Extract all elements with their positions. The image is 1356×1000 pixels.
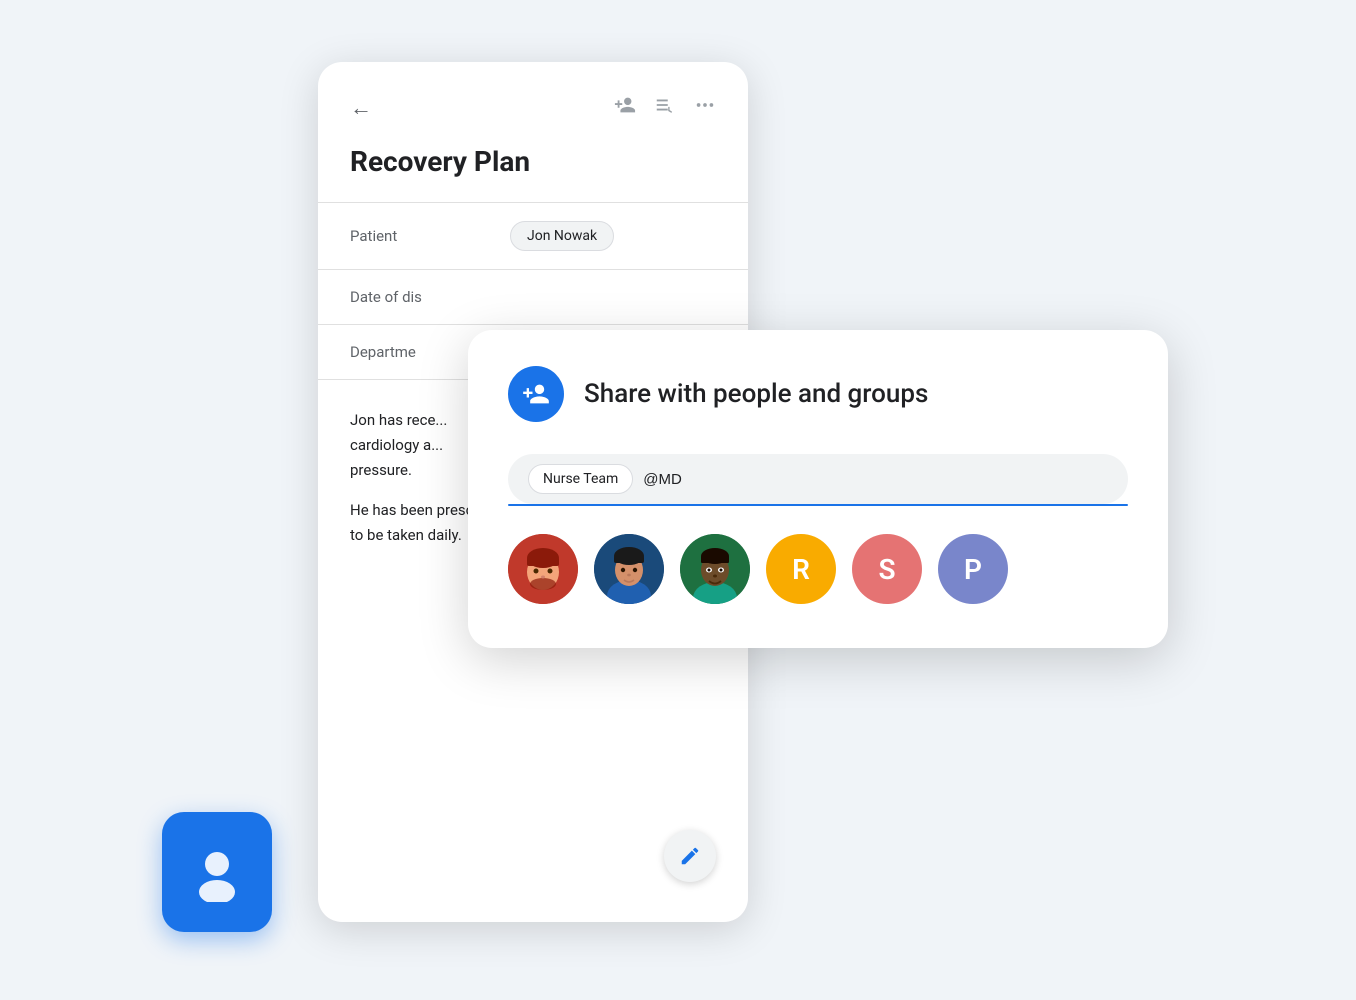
patient-chip: Jon Nowak [510, 221, 614, 251]
avatar-r[interactable]: R [766, 534, 836, 604]
avatar-person-1[interactable] [508, 534, 578, 604]
date-value [478, 270, 748, 325]
share-icon-circle [508, 366, 564, 422]
share-input-row[interactable]: Nurse Team [508, 454, 1128, 504]
person-icon [187, 842, 247, 902]
nurse-team-chip[interactable]: Nurse Team [528, 464, 633, 494]
patient-value: Jon Nowak [478, 203, 748, 270]
avatar-person-2[interactable] [594, 534, 664, 604]
department-label: Departme [318, 325, 478, 380]
share-input-area: Nurse Team [508, 454, 1128, 506]
avatar-3-face [680, 534, 750, 604]
avatar-s-letter: S [878, 553, 895, 586]
avatar-p[interactable]: P [938, 534, 1008, 604]
input-underline [508, 504, 1128, 506]
avatar-p-letter: P [964, 553, 982, 586]
profile-icon-card[interactable] [162, 812, 272, 932]
share-text-input[interactable] [643, 471, 1108, 488]
add-person-icon[interactable] [614, 94, 636, 121]
avatar-person-3[interactable] [680, 534, 750, 604]
avatar-2-face [594, 534, 664, 604]
share-header: Share with people and groups [508, 366, 1128, 422]
share-dialog: Share with people and groups Nurse Team [468, 330, 1168, 648]
document-title: Recovery Plan [318, 137, 748, 202]
table-row: Date of dis [318, 270, 748, 325]
more-menu-icon[interactable] [694, 94, 716, 121]
avatar-1-face [508, 534, 578, 604]
date-label: Date of dis [318, 270, 478, 325]
scene: ← [0, 0, 1356, 1000]
header-icons [614, 94, 716, 121]
person-add-share-icon [522, 380, 550, 408]
share-dialog-title: Share with people and groups [584, 379, 928, 409]
notes-icon[interactable] [654, 94, 676, 121]
share-avatars-row: R S P [508, 534, 1128, 604]
table-row: Patient Jon Nowak [318, 203, 748, 270]
avatar-r-letter: R [792, 553, 810, 586]
edit-fab-button[interactable] [664, 830, 716, 882]
doc-header: ← [318, 62, 748, 137]
edit-icon [679, 845, 701, 867]
patient-label: Patient [318, 203, 478, 270]
avatar-s[interactable]: S [852, 534, 922, 604]
back-button[interactable]: ← [350, 95, 372, 121]
